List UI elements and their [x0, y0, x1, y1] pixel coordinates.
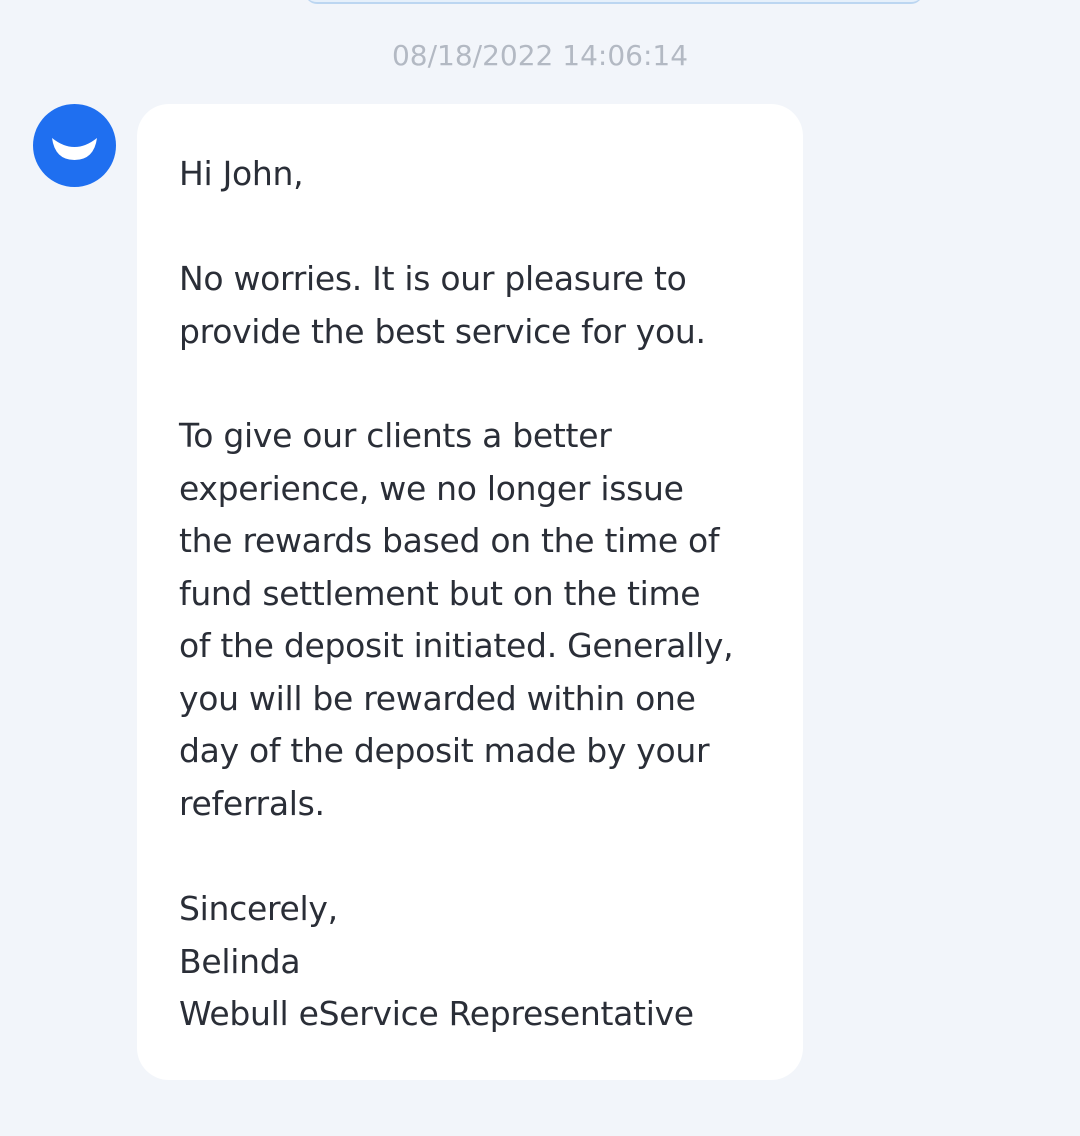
- message-closing: Sincerely,: [179, 889, 338, 928]
- signer-title: Webull eService Representative: [179, 994, 694, 1033]
- webull-smile-logo-icon: [52, 138, 97, 160]
- signer-name: Belinda: [179, 941, 301, 981]
- previous-message-bubble-edge: [305, 0, 923, 4]
- message-signoff: Sincerely, Belinda Webull eService Repre…: [179, 883, 694, 1041]
- agent-avatar[interactable]: [33, 104, 116, 187]
- message-paragraph: To give our clients a better experience,…: [179, 416, 734, 823]
- message-paragraph: No worries. It is our pleasure to provid…: [179, 259, 706, 351]
- message-timestamp: 08/18/2022 14:06:14: [391, 39, 689, 72]
- message-greeting: Hi John,: [179, 154, 304, 193]
- message-bubble: Hi John, No worries. It is our pleasure …: [137, 104, 803, 1080]
